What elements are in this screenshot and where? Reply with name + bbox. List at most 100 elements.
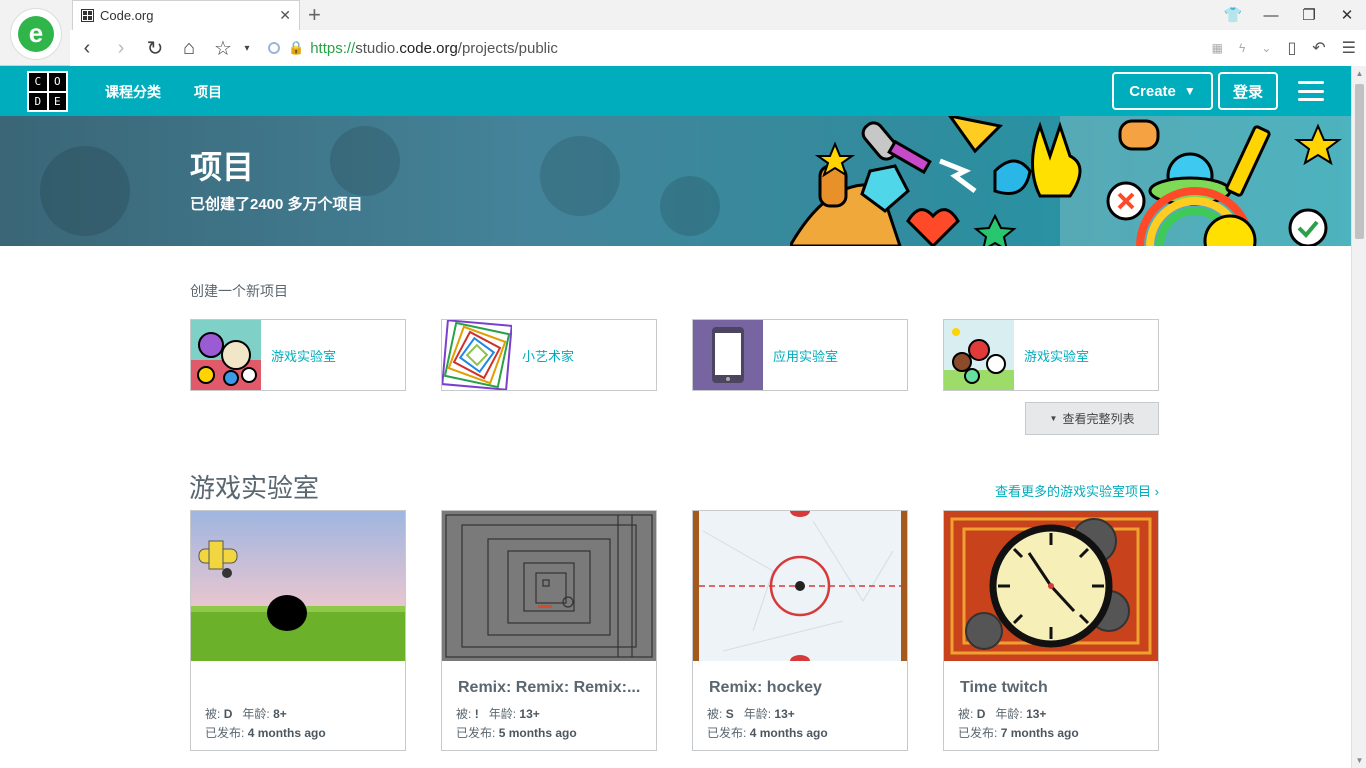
star-icon[interactable]: ☆ bbox=[206, 36, 240, 61]
svg-text:e: e bbox=[29, 18, 43, 48]
gamelab-thumbnail bbox=[944, 320, 1014, 390]
project-published: 4 months ago bbox=[749, 726, 828, 740]
project-title: Remix: hockey bbox=[709, 679, 822, 696]
gallery-more-link[interactable]: 查看更多的游戏实验室项目 › bbox=[995, 481, 1159, 500]
back-icon[interactable]: ‹ bbox=[70, 37, 104, 60]
nav-projects-link[interactable]: 项目 bbox=[194, 82, 222, 102]
browser-logo-icon[interactable]: e bbox=[10, 8, 62, 60]
reload-icon[interactable]: ↻ bbox=[138, 36, 172, 61]
logo-letter: O bbox=[48, 73, 66, 91]
minimize-icon[interactable]: — bbox=[1252, 0, 1290, 30]
scrollbar-thumb[interactable] bbox=[1355, 84, 1364, 239]
project-card[interactable]: Time twitch 被: D 年龄: 13+ 已发布: 7 months a… bbox=[943, 510, 1159, 751]
artist-thumbnail bbox=[442, 320, 512, 390]
caret-down-icon: ▼ bbox=[1049, 414, 1058, 423]
codeorg-favicon-icon bbox=[81, 9, 94, 22]
project-thumbnail bbox=[191, 511, 405, 661]
star-dropdown-icon[interactable]: ▾ bbox=[240, 43, 254, 54]
flash-icon[interactable]: ϟ bbox=[1239, 41, 1245, 55]
projects-banner: 项目 已创建了2400 多万个项目 bbox=[0, 116, 1351, 246]
gallery-title: 游戏实验室 bbox=[189, 473, 320, 503]
lock-icon: 🔒 bbox=[288, 40, 305, 55]
tab-close-icon[interactable]: ✕ bbox=[279, 7, 291, 24]
project-card[interactable]: Remix: Remix: Remix:... 被: ! 年龄: 13+ 已发布… bbox=[441, 510, 657, 751]
project-meta-author-age: 被: ! 年龄: 13+ bbox=[456, 707, 540, 721]
page-scrollbar[interactable]: ▲ ▼ bbox=[1351, 66, 1366, 768]
project-published: 4 months ago bbox=[247, 726, 326, 740]
project-age: 8+ bbox=[273, 707, 287, 721]
reader-icon[interactable]: ▯ bbox=[1287, 38, 1296, 58]
project-author: S bbox=[725, 707, 734, 721]
url-scheme: https:// bbox=[310, 39, 356, 57]
tab-title: Code.org bbox=[100, 8, 154, 23]
window-close-icon[interactable]: ✕ bbox=[1328, 0, 1366, 30]
new-project-applab[interactable]: 应用实验室 bbox=[692, 319, 908, 391]
nav-courses-link[interactable]: 课程分类 bbox=[105, 82, 161, 102]
project-age: 13+ bbox=[1026, 707, 1047, 721]
skin-icon[interactable]: 👕 bbox=[1214, 0, 1252, 30]
logo-letter: E bbox=[48, 92, 66, 110]
codeorg-logo[interactable]: C O D E bbox=[27, 71, 68, 112]
project-author: D bbox=[976, 707, 986, 721]
new-tab-button[interactable]: + bbox=[308, 2, 321, 28]
applab-phone-icon bbox=[693, 320, 763, 390]
project-title: Time twitch bbox=[960, 679, 1048, 696]
url-domain-pre: studio. bbox=[355, 39, 400, 57]
logo-letter: C bbox=[29, 73, 47, 91]
qr-icon[interactable]: ▦ bbox=[1212, 41, 1223, 55]
hamburger-menu-icon[interactable] bbox=[1298, 81, 1324, 101]
url-domain: code.org bbox=[399, 39, 458, 57]
new-project-label-text: 小艺术家 bbox=[522, 348, 575, 364]
undo-icon[interactable]: ↶ bbox=[1312, 38, 1325, 58]
new-project-label-text: 游戏实验室 bbox=[1024, 348, 1090, 364]
project-meta-published: 已发布: 7 months ago bbox=[958, 726, 1079, 740]
browser-tab[interactable]: Code.org ✕ bbox=[72, 0, 300, 30]
new-project-label-text: 游戏实验室 bbox=[271, 348, 337, 364]
project-author: D bbox=[223, 707, 233, 721]
page-subtitle: 已创建了2400 多万个项目 bbox=[190, 196, 363, 213]
scroll-up-icon[interactable]: ▲ bbox=[1352, 69, 1366, 78]
new-project-label-text: 应用实验室 bbox=[773, 348, 839, 364]
shield-icon bbox=[268, 42, 280, 54]
project-meta-author-age: 被: D 年龄: 8+ bbox=[205, 707, 287, 721]
menu-icon[interactable]: ☰ bbox=[1342, 38, 1356, 58]
new-project-label: 创建一个新项目 bbox=[190, 283, 288, 299]
home-icon[interactable]: ⌂ bbox=[172, 37, 206, 60]
project-meta-author-age: 被: D 年龄: 13+ bbox=[958, 707, 1047, 721]
page-title: 项目 bbox=[190, 149, 255, 185]
project-published: 7 months ago bbox=[1000, 726, 1079, 740]
project-card[interactable]: Remix: hockey 被: S 年龄: 13+ 已发布: 4 months… bbox=[692, 510, 908, 751]
project-age: 13+ bbox=[774, 707, 795, 721]
project-meta-published: 已发布: 5 months ago bbox=[456, 726, 577, 740]
address-dropdown-icon[interactable]: ⌄ bbox=[1261, 41, 1271, 55]
project-age: 13+ bbox=[519, 707, 540, 721]
address-bar[interactable]: 🔒 https:// studio. code.org /projects/pu… bbox=[268, 40, 1196, 57]
new-project-gamelab[interactable]: 游戏实验室 bbox=[190, 319, 406, 391]
new-project-artist[interactable]: 小艺术家 bbox=[441, 319, 657, 391]
forward-icon[interactable]: › bbox=[104, 37, 138, 60]
create-label: Create bbox=[1129, 82, 1176, 100]
project-thumbnail bbox=[693, 511, 907, 661]
project-thumbnail bbox=[944, 511, 1158, 661]
browser-chrome: e Code.org ✕ + 👕 — ❐ ✕ ‹ › ↻ ⌂ ☆ ▾ 🔒 htt… bbox=[0, 0, 1366, 66]
create-button[interactable]: Create ▼ bbox=[1112, 72, 1213, 110]
login-button[interactable]: 登录 bbox=[1218, 72, 1278, 110]
view-full-list-label: 查看完整列表 bbox=[1062, 412, 1135, 426]
url-path: /projects/public bbox=[457, 39, 558, 57]
main-content: 创建一个新项目 游戏实验室 小艺术家 应用实验室 游戏实验室 ▼ 查看完整列表 … bbox=[0, 246, 1351, 768]
site-header: C O D E 课程分类 项目 Create ▼ 登录 bbox=[0, 66, 1351, 116]
new-project-gamelab-2[interactable]: 游戏实验室 bbox=[943, 319, 1159, 391]
project-meta-published: 已发布: 4 months ago bbox=[205, 726, 326, 740]
caret-down-icon: ▼ bbox=[1183, 84, 1196, 98]
project-meta-published: 已发布: 4 months ago bbox=[707, 726, 828, 740]
project-meta-author-age: 被: S 年龄: 13+ bbox=[707, 707, 795, 721]
view-full-list-button[interactable]: ▼ 查看完整列表 bbox=[1025, 402, 1159, 435]
project-title: Remix: Remix: Remix:... bbox=[458, 679, 641, 696]
scroll-down-icon[interactable]: ▼ bbox=[1352, 756, 1366, 765]
project-thumbnail bbox=[442, 511, 656, 661]
restore-icon[interactable]: ❐ bbox=[1290, 0, 1328, 30]
project-card[interactable]: 被: D 年龄: 8+ 已发布: 4 months ago bbox=[190, 510, 406, 751]
project-author: ! bbox=[474, 707, 479, 721]
banner-illustration bbox=[790, 116, 1351, 246]
gamelab-thumbnail bbox=[191, 320, 261, 390]
